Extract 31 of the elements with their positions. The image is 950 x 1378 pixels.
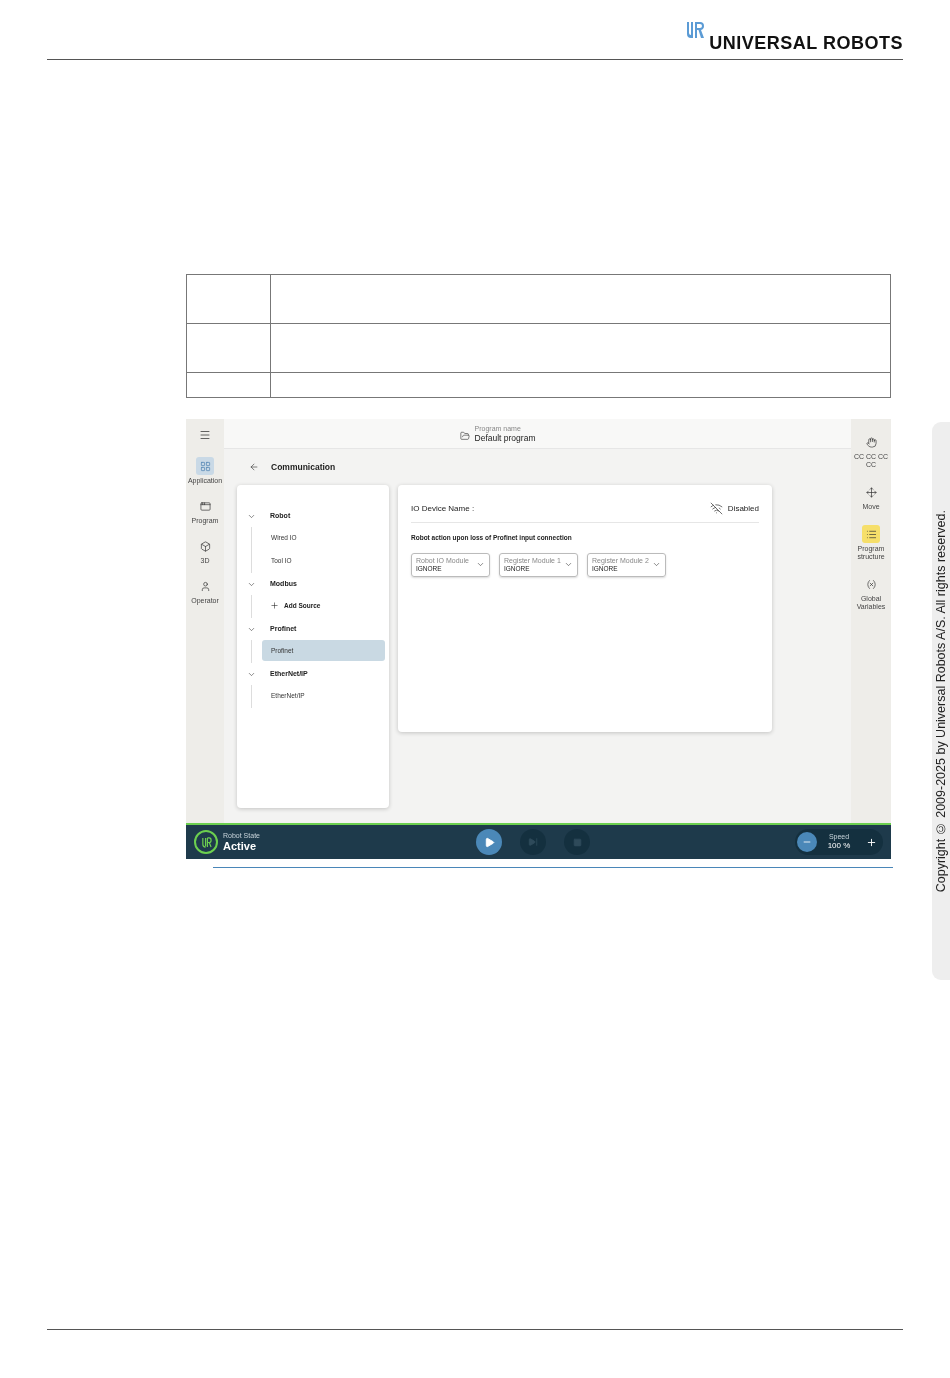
skip-forward-icon — [528, 837, 538, 847]
logo-icon — [194, 830, 218, 854]
logo-text: UNIVERSAL ROBOTS — [709, 33, 903, 53]
device-name-label: IO Device Name : — [411, 502, 475, 515]
cube-icon — [199, 540, 211, 552]
device-status: Disabled — [727, 502, 759, 515]
plus-icon — [865, 836, 877, 848]
copyright-text: Copyright © 2009-2025 by Universal Robots A/S. All rights reserved. — [932, 509, 949, 893]
program-name: Default program — [474, 432, 536, 443]
logo-icon — [685, 21, 706, 39]
user-icon — [199, 580, 211, 592]
page-title: Communication — [271, 460, 336, 474]
folder-icon — [459, 431, 470, 441]
speed-decrease-button[interactable] — [797, 832, 817, 852]
robot-state: Active — [223, 840, 258, 852]
wifi-off-icon — [709, 502, 723, 515]
grid-icon — [199, 460, 211, 472]
variable-icon — [865, 578, 877, 590]
nav-button[interactable] — [862, 525, 880, 543]
menu-icon[interactable] — [199, 429, 211, 441]
move-icon — [865, 486, 877, 498]
play-button[interactable] — [476, 829, 502, 855]
plus-icon — [270, 601, 279, 610]
hand-icon — [865, 436, 877, 448]
list-icon — [865, 528, 877, 540]
nav-button[interactable] — [196, 457, 214, 475]
play-icon — [483, 836, 495, 848]
stop-icon — [572, 837, 582, 847]
speed-value: 100 % — [827, 841, 851, 851]
window-icon — [199, 500, 211, 512]
back-icon[interactable] — [249, 462, 259, 472]
